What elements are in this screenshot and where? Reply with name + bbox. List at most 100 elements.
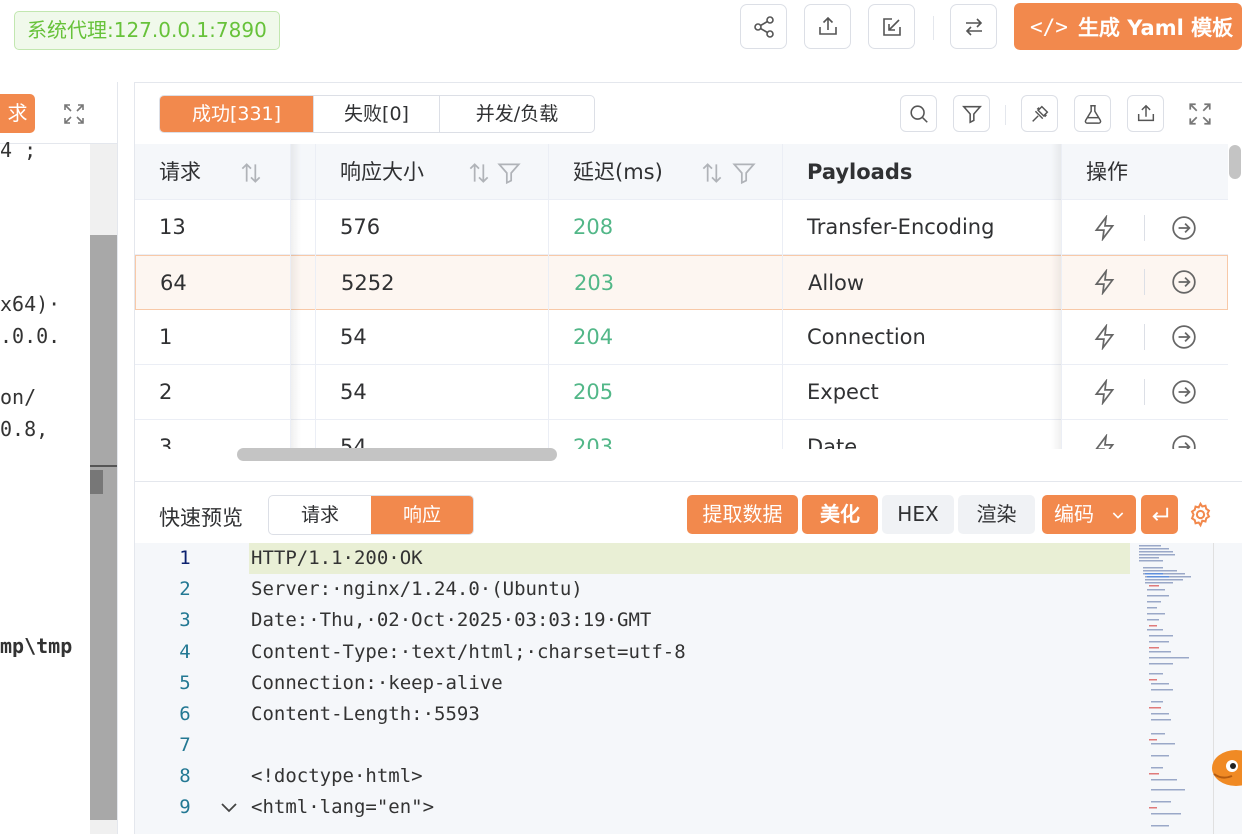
- cell-payload: Allow: [808, 271, 865, 295]
- tab-success[interactable]: 成功[331]: [160, 96, 314, 132]
- line-content: Connection:·keep-alive: [251, 672, 503, 694]
- expand-icon[interactable]: [62, 102, 86, 126]
- code-line: on/: [0, 385, 37, 409]
- wrap-toggle-button[interactable]: [1141, 495, 1178, 534]
- render-button[interactable]: 渲染: [958, 495, 1035, 534]
- swap-icon: [965, 17, 982, 36]
- cell-delay: 204: [573, 325, 614, 349]
- cell-request: 2: [159, 380, 173, 404]
- arrow-right-circle-icon[interactable]: [1171, 215, 1197, 241]
- left-request-button[interactable]: 求: [0, 94, 35, 133]
- results-panel: 成功[331] 失败[0] 并发/负载 请求 响应大小 延迟(ms) Paylo…: [134, 82, 1242, 834]
- arrow-right-circle-icon[interactable]: [1171, 379, 1197, 405]
- flask-icon: [1084, 104, 1101, 124]
- cell-request: 13: [159, 215, 186, 239]
- results-table: 请求 响应大小 延迟(ms) Payloads 操作 13 576 208 Tr…: [135, 144, 1228, 449]
- settings-gear-icon[interactable]: [1187, 501, 1214, 528]
- tab-concurrency[interactable]: 并发/负载: [440, 96, 594, 132]
- send-icon[interactable]: [1092, 434, 1118, 449]
- fixed-column-shadow: [1051, 144, 1061, 449]
- send-icon[interactable]: [1092, 215, 1118, 241]
- filter-icon[interactable]: [731, 160, 757, 186]
- line-number: 5: [179, 672, 191, 694]
- editor-minimap[interactable]: [1135, 543, 1215, 834]
- column-divider: [1061, 144, 1062, 449]
- col-header-delay[interactable]: 延迟(ms): [573, 144, 663, 200]
- action-divider: [1144, 324, 1145, 350]
- cell-size: 576: [340, 215, 381, 239]
- mascot-icon[interactable]: [1206, 744, 1242, 788]
- code-line: 0.8,: [0, 417, 49, 441]
- action-divider: [1144, 269, 1145, 295]
- col-header-payloads: Payloads: [807, 160, 913, 184]
- extract-data-button[interactable]: 提取数据: [687, 495, 798, 534]
- table-export-button[interactable]: [1127, 95, 1164, 132]
- left-scrollbar-marker: [90, 470, 103, 494]
- export-button[interactable]: [804, 4, 851, 49]
- filter-icon: [961, 105, 982, 124]
- search-button[interactable]: [900, 95, 937, 132]
- generate-yaml-button[interactable]: </> 生成 Yaml 模板: [1014, 3, 1242, 50]
- editor-line: 3 Date:·Thu,·02·Oct·2025·03:03:19·GMT: [135, 605, 1242, 636]
- send-icon[interactable]: [1092, 379, 1118, 405]
- response-code-editor[interactable]: 1 HTTP/1.1·200·OK 2 Server:·nginx/1.24.0…: [135, 543, 1242, 834]
- share-icon: [753, 15, 774, 38]
- search-icon: [909, 104, 928, 123]
- preview-tabs: 请求 响应: [268, 495, 474, 535]
- flask-button[interactable]: [1074, 95, 1111, 132]
- left-code-editor[interactable]: 4 ; x64)· .0.0. on/ 0.8, mp\tmp: [0, 138, 90, 834]
- column-divider: [782, 144, 783, 449]
- sort-icon[interactable]: [466, 160, 492, 186]
- cell-request: 1: [159, 325, 173, 349]
- tab-request[interactable]: 请求: [269, 496, 371, 534]
- col-header-actions: 操作: [1086, 160, 1128, 184]
- cell-delay: 208: [573, 215, 614, 239]
- tab-response[interactable]: 响应: [371, 496, 473, 534]
- cell-size: 54: [340, 435, 367, 449]
- left-scrollbar-thumb[interactable]: [90, 235, 117, 820]
- plugin-button[interactable]: [1021, 95, 1058, 132]
- line-number: 1: [179, 547, 191, 569]
- beautify-button[interactable]: 美化: [802, 495, 878, 534]
- filter-icon[interactable]: [496, 160, 522, 186]
- column-divider: [315, 144, 316, 449]
- editor-line: 1 HTTP/1.1·200·OK: [135, 543, 1242, 574]
- fold-chevron-icon[interactable]: [219, 800, 239, 816]
- expand-icon[interactable]: [1187, 101, 1213, 127]
- share-button[interactable]: [740, 4, 787, 49]
- arrow-right-circle-icon[interactable]: [1171, 434, 1197, 449]
- line-content: <!doctype·html>: [251, 765, 423, 787]
- app-root: 系统代理:127.0.0.1:7890 </> 生成 Yaml 模板 求 4 ;…: [0, 0, 1242, 834]
- wrap-icon: [1152, 507, 1169, 521]
- line-content: Date:·Thu,·02·Oct·2025·03:03:19·GMT: [251, 609, 652, 631]
- col-header-request[interactable]: 请求: [159, 144, 201, 200]
- import-button[interactable]: [868, 4, 915, 49]
- filter-button[interactable]: [953, 95, 990, 132]
- swap-button[interactable]: [950, 4, 997, 49]
- cell-delay: 203: [573, 435, 614, 449]
- minimap-border: [1213, 543, 1214, 834]
- col-header-size[interactable]: 响应大小: [340, 144, 424, 200]
- encoding-dropdown[interactable]: 编码: [1042, 495, 1136, 534]
- cell-size: 5252: [341, 271, 395, 295]
- hex-button[interactable]: HEX: [882, 495, 954, 534]
- cell-delay: 205: [573, 380, 614, 404]
- fixed-column-shadow: [291, 144, 301, 449]
- sort-icon[interactable]: [238, 160, 264, 186]
- column-divider: [548, 144, 549, 449]
- arrow-right-circle-icon[interactable]: [1171, 269, 1197, 295]
- table-horizontal-scrollbar[interactable]: [237, 448, 557, 461]
- editor-line: 9 <html·lang="en">: [135, 792, 1242, 823]
- line-number: 6: [179, 703, 191, 725]
- cell-size: 54: [340, 380, 367, 404]
- line-content: <html·lang="en">: [251, 796, 435, 818]
- line-number: 7: [179, 734, 191, 756]
- arrow-right-circle-icon[interactable]: [1171, 324, 1197, 350]
- send-icon[interactable]: [1092, 269, 1118, 295]
- send-icon[interactable]: [1092, 324, 1118, 350]
- cell-delay: 203: [574, 271, 615, 295]
- panel-divider: [135, 481, 1242, 482]
- sort-icon[interactable]: [699, 160, 725, 186]
- table-vertical-scrollbar[interactable]: [1229, 145, 1241, 179]
- tab-failed[interactable]: 失败[0]: [314, 96, 440, 132]
